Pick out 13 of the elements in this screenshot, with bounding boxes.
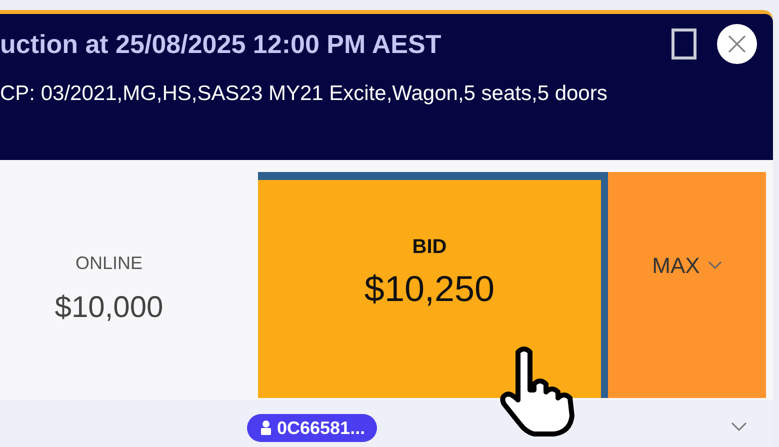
bid-button[interactable]: BID $10,250 — [258, 172, 608, 398]
online-label: ONLINE — [75, 252, 143, 275]
chevron-down-icon — [708, 261, 722, 269]
chevron-down-icon[interactable] — [731, 422, 747, 432]
online-amount: $10,000 — [54, 290, 164, 326]
square-icon[interactable] — [671, 28, 697, 60]
user-id-badge[interactable]: 0C66581... — [247, 414, 378, 442]
close-icon — [727, 34, 747, 54]
close-button[interactable] — [717, 24, 757, 64]
max-dropdown[interactable]: MAX — [608, 172, 766, 398]
user-icon — [259, 420, 273, 436]
auction-title: uction at 25/08/2025 12:00 PM AEST — [0, 28, 442, 60]
vehicle-description: CP: 03/2021,MG,HS,SAS23 MY21 Excite,Wagon,5 seats,5 doors — [0, 81, 608, 107]
